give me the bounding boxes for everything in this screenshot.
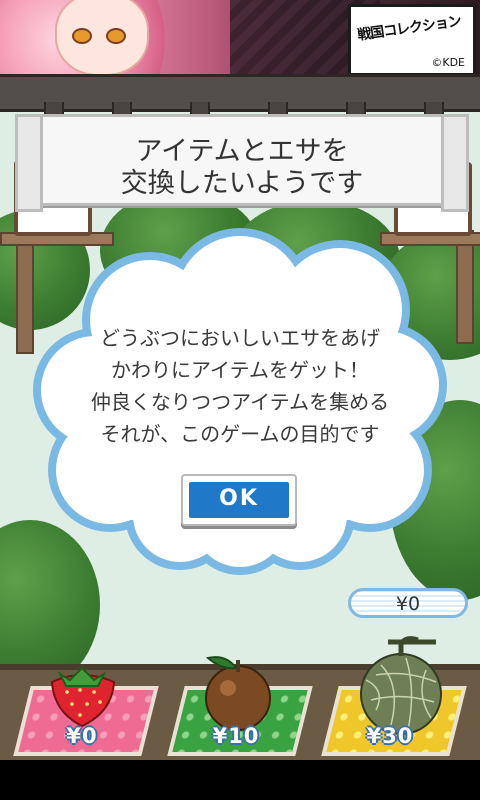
dialog-text-line-3: 仲良くなりつつアイテムを集める <box>90 390 390 414</box>
melon-price: ¥30 <box>366 724 414 748</box>
money-display: ¥0 <box>348 588 468 618</box>
melon-icon[interactable] <box>346 630 456 736</box>
ok-button-label: OK <box>219 486 259 511</box>
strawberry-price: ¥0 <box>66 724 98 748</box>
orange-icon[interactable] <box>196 652 280 732</box>
dialog-text-line-2: かわりにアイテムをゲット！ <box>111 358 369 382</box>
game-screen: 戦国コレクション ©KDE アイテムとエサを 交換したいようです どうぶつにおい… <box>0 0 480 800</box>
money-amount: ¥0 <box>395 593 421 615</box>
bottom-bar <box>0 760 480 800</box>
dialog-text-line-1: どうぶつにおいしいエサをあげ <box>100 326 380 350</box>
title-line-2: 交換したいようです <box>120 168 364 199</box>
orange-price: ¥10 <box>212 724 260 748</box>
dialog-text-line-4: それが、このゲームの目的です <box>100 422 380 446</box>
ok-button[interactable]: OK <box>181 474 297 526</box>
ok-button-face: OK <box>189 482 289 518</box>
strawberry-icon[interactable] <box>42 660 122 730</box>
